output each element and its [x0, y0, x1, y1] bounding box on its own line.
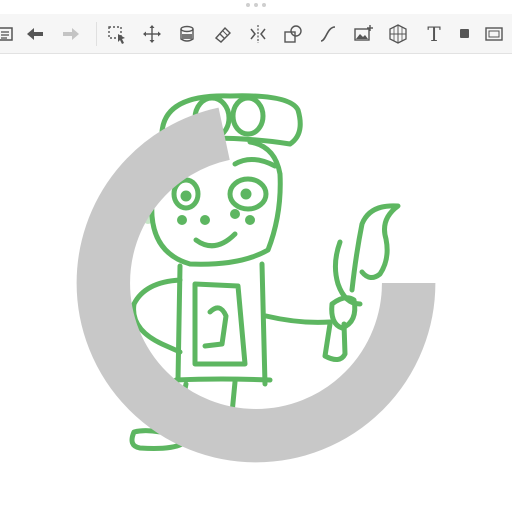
curve-icon[interactable] [315, 22, 341, 46]
text-tool-icon[interactable]: T [421, 22, 447, 46]
top-toolbar: T [0, 14, 512, 54]
undo-arrow-icon[interactable] [22, 22, 48, 46]
drawing-canvas[interactable] [0, 54, 512, 512]
eraser-icon[interactable] [210, 22, 236, 46]
shapes-icon[interactable] [280, 22, 306, 46]
canvas-frame-icon[interactable] [481, 22, 507, 46]
toolbar-divider [96, 22, 97, 46]
selection-cursor-icon[interactable] [104, 22, 130, 46]
symmetry-icon[interactable] [245, 22, 271, 46]
layers-list-icon[interactable] [0, 22, 18, 46]
add-image-icon[interactable] [350, 22, 376, 46]
toolbar-drag-handle[interactable] [242, 3, 270, 9]
perspective-grid-icon[interactable] [385, 22, 411, 46]
move-arrows-icon[interactable] [139, 22, 165, 46]
paint-bucket-icon[interactable] [174, 22, 200, 46]
redo-arrow-icon[interactable] [58, 22, 84, 46]
loading-spinner-icon [76, 103, 436, 463]
color-swatch-icon[interactable] [452, 22, 478, 46]
